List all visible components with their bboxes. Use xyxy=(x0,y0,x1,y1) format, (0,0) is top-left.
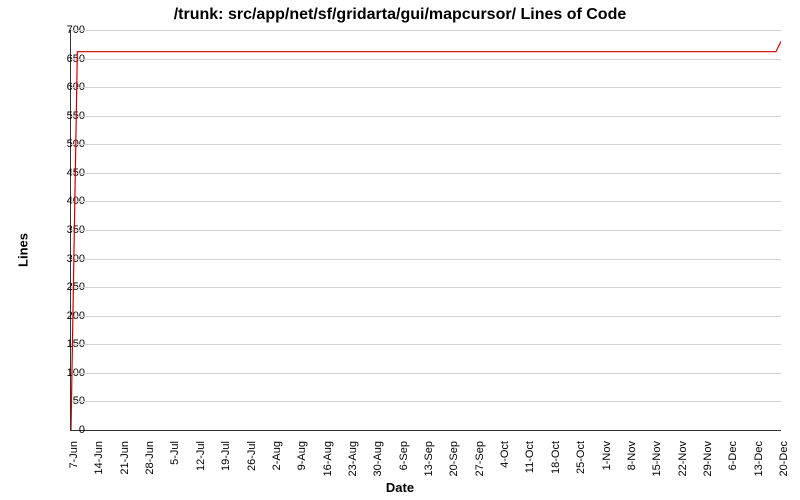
x-tick-label: 21-Jun xyxy=(119,441,131,491)
x-tick-label: 6-Dec xyxy=(727,441,739,491)
x-tick-label: 13-Dec xyxy=(753,441,765,491)
gridline xyxy=(71,373,781,374)
x-tick-label: 18-Oct xyxy=(550,441,562,491)
y-axis-label: Lines xyxy=(15,233,30,267)
chart-title: /trunk: src/app/net/sf/gridarta/gui/mapc… xyxy=(0,6,800,24)
x-tick-label: 27-Sep xyxy=(474,441,486,491)
gridline xyxy=(71,316,781,317)
x-tick-label: 25-Oct xyxy=(575,441,587,491)
x-tick-label: 2-Aug xyxy=(271,441,283,491)
x-tick-label: 7-Jun xyxy=(68,441,80,491)
x-tick-label: 26-Jul xyxy=(246,441,258,491)
gridline xyxy=(71,344,781,345)
x-tick-label: 28-Jun xyxy=(144,441,156,491)
x-tick-label: 11-Oct xyxy=(524,441,536,491)
x-tick-label: 22-Nov xyxy=(677,441,689,491)
x-tick-label: 6-Sep xyxy=(398,441,410,491)
gridline xyxy=(71,287,781,288)
gridline xyxy=(71,87,781,88)
x-tick-label: 20-Dec xyxy=(778,441,790,491)
plot-area xyxy=(70,30,781,431)
x-tick-label: 9-Aug xyxy=(296,441,308,491)
x-tick-label: 30-Aug xyxy=(372,441,384,491)
gridline xyxy=(71,59,781,60)
x-tick-label: 4-Oct xyxy=(499,441,511,491)
x-tick-label: 1-Nov xyxy=(601,441,613,491)
gridline xyxy=(71,230,781,231)
gridline xyxy=(71,144,781,145)
y-tick-label: 0 xyxy=(45,424,85,436)
x-tick-label: 20-Sep xyxy=(448,441,460,491)
gridline xyxy=(71,30,781,31)
x-tick-label: 23-Aug xyxy=(347,441,359,491)
x-tick-label: 29-Nov xyxy=(702,441,714,491)
gridline xyxy=(71,173,781,174)
chart-container: /trunk: src/app/net/sf/gridarta/gui/mapc… xyxy=(0,0,800,500)
x-tick-label: 12-Jul xyxy=(195,441,207,491)
x-tick-label: 5-Jul xyxy=(169,441,181,491)
gridline xyxy=(71,201,781,202)
x-tick-label: 19-Jul xyxy=(220,441,232,491)
x-tick-label: 15-Nov xyxy=(651,441,663,491)
x-tick-label: 14-Jun xyxy=(93,441,105,491)
x-tick-label: 13-Sep xyxy=(423,441,435,491)
gridline xyxy=(71,259,781,260)
x-tick-label: 8-Nov xyxy=(626,441,638,491)
gridline xyxy=(71,116,781,117)
x-tick-label: 16-Aug xyxy=(322,441,334,491)
gridline xyxy=(71,401,781,402)
